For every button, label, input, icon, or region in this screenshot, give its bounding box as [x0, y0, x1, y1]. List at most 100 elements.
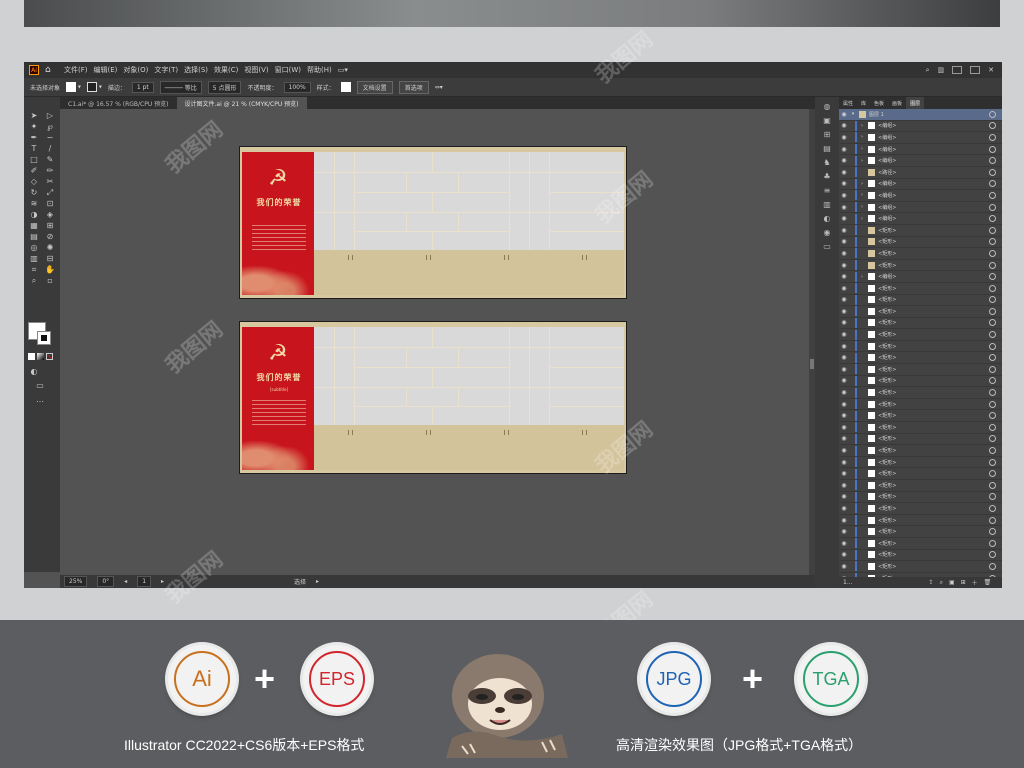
style-swatch[interactable]	[340, 82, 351, 92]
target-circle-icon[interactable]	[989, 180, 996, 188]
blend-tool-icon[interactable]: ◎	[28, 243, 40, 252]
expand-arrow-icon[interactable]: ›	[858, 181, 866, 187]
layer-row[interactable]: ◉ <矩形>	[839, 236, 1002, 249]
layer-row[interactable]: ◉ <矩形>	[839, 480, 1002, 492]
target-circle-icon[interactable]	[989, 377, 996, 385]
layer-row[interactable]: ◉ <矩形>	[839, 433, 1002, 446]
maximize-button[interactable]	[970, 66, 981, 74]
hand-tool-icon[interactable]: ✋	[44, 265, 56, 274]
visibility-eye-icon[interactable]: ◉	[839, 227, 849, 234]
lasso-tool-icon[interactable]: ℘	[44, 122, 56, 131]
visibility-eye-icon[interactable]: ◉	[839, 343, 849, 350]
visibility-eye-icon[interactable]: ◉	[839, 122, 849, 129]
target-circle-icon[interactable]	[989, 470, 996, 478]
type-tool-icon[interactable]: T	[28, 144, 40, 153]
rotation-field[interactable]: 0°	[97, 576, 115, 587]
menu-file[interactable]: 文件(F)	[64, 65, 88, 75]
export-icon[interactable]: ⇪	[929, 579, 934, 586]
layer-row[interactable]: ◉ <矩形>	[839, 549, 1002, 562]
layer-row[interactable]: ◉ › <编组>	[839, 132, 1002, 144]
visibility-eye-icon[interactable]: ◉	[839, 250, 849, 257]
line-tool-icon[interactable]: /	[44, 144, 56, 153]
visibility-eye-icon[interactable]: ◉	[839, 517, 849, 524]
direct-selection-tool-icon[interactable]: ▷	[44, 111, 56, 120]
target-circle-icon[interactable]	[989, 447, 996, 455]
layer-row[interactable]: ◉ › <编组>	[839, 190, 1002, 202]
target-circle-icon[interactable]	[989, 122, 996, 130]
expand-arrow-icon[interactable]: ›	[858, 158, 866, 164]
layer-row[interactable]: ◉ <矩形>	[839, 352, 1002, 365]
tab-layers[interactable]: 图层	[906, 97, 925, 109]
visibility-eye-icon[interactable]: ◉	[839, 482, 849, 489]
target-circle-icon[interactable]	[989, 389, 996, 397]
target-circle-icon[interactable]	[989, 168, 996, 176]
visibility-eye-icon[interactable]: ◉	[839, 424, 849, 431]
visibility-eye-icon[interactable]: ◉	[839, 435, 849, 442]
paintbrush-tool-icon[interactable]: ✎	[44, 155, 56, 164]
visibility-eye-icon[interactable]: ◉	[839, 528, 849, 535]
target-circle-icon[interactable]	[989, 261, 996, 269]
artboard-tool-icon[interactable]: ⊟	[44, 254, 56, 263]
properties-icon[interactable]: ◍	[822, 103, 832, 111]
brushes-icon[interactable]: ♞	[822, 159, 832, 167]
layer-row[interactable]: ◉ <矩形>	[839, 399, 1002, 411]
target-circle-icon[interactable]	[989, 400, 996, 408]
target-circle-icon[interactable]	[989, 516, 996, 524]
canvas[interactable]: ☭ 我们的荣誉 ☭ 我们的荣誉 [subtitle]	[60, 109, 815, 575]
expand-arrow-icon[interactable]: ›	[858, 216, 866, 222]
target-circle-icon[interactable]	[989, 215, 996, 223]
gradient-mode-icon[interactable]	[37, 353, 44, 360]
expand-arrow-icon[interactable]: ›	[858, 134, 866, 140]
layer-row[interactable]: ◉ › <编组>	[839, 213, 1002, 225]
expand-arrow-icon[interactable]: ›	[858, 274, 866, 280]
layer-row[interactable]: ◉ <矩形>	[839, 283, 1002, 295]
search-icon[interactable]: ⌕	[926, 66, 930, 75]
stroke-icon[interactable]: ≡	[822, 187, 832, 195]
tab-properties[interactable]: 属性	[839, 97, 857, 109]
comments-icon[interactable]: ▭	[822, 243, 832, 251]
pencil-tool-icon[interactable]: ✏	[44, 166, 56, 175]
visibility-eye-icon[interactable]: ◉	[839, 308, 849, 315]
visibility-eye-icon[interactable]: ◉	[839, 262, 849, 269]
shaper-tool-icon[interactable]: ✐	[28, 166, 40, 175]
visibility-eye-icon[interactable]: ◉	[839, 412, 849, 419]
target-circle-icon[interactable]	[989, 307, 996, 315]
layer-row[interactable]: ◉ › <编组>	[839, 144, 1002, 156]
delete-layer-icon[interactable]: 🗑	[984, 579, 992, 586]
expand-arrow-icon[interactable]: ›	[858, 192, 866, 198]
layer-row[interactable]: ◉ <路径>	[839, 167, 1002, 179]
layer-row[interactable]: ◉ <矩形>	[839, 491, 1002, 504]
layer-row[interactable]: ◉ <矩形>	[839, 538, 1002, 550]
layer-row[interactable]: ◉ <矩形>	[839, 503, 1002, 515]
target-circle-icon[interactable]	[989, 238, 996, 246]
search-layer-icon[interactable]: ⌕	[940, 579, 943, 587]
layer-row[interactable]: ◉ <矩形>	[839, 561, 1002, 573]
layer-row[interactable]: ◉ <矩形>	[839, 375, 1002, 388]
mesh-tool-icon[interactable]: ⊞	[44, 221, 56, 230]
artboards-icon[interactable]: ⊞	[822, 131, 832, 139]
target-circle-icon[interactable]	[989, 319, 996, 327]
visibility-eye-icon[interactable]: ◉	[839, 285, 849, 292]
target-circle-icon[interactable]	[989, 157, 996, 165]
visibility-eye-icon[interactable]: ◉	[839, 192, 849, 199]
layer-row[interactable]: ◉ <矩形>	[839, 410, 1002, 423]
target-circle-icon[interactable]	[989, 539, 996, 547]
expand-arrow-icon[interactable]: ▾	[849, 111, 857, 117]
target-circle-icon[interactable]	[989, 481, 996, 489]
tab-document-1[interactable]: C1.ai* @ 16.57 % (RGB/CPU 预览)	[60, 97, 177, 109]
curvature-tool-icon[interactable]: ∽	[44, 133, 56, 142]
menu-effect[interactable]: 效果(C)	[214, 65, 238, 75]
pen-tool-icon[interactable]: ✒	[28, 133, 40, 142]
layer-row[interactable]: ◉ › <编组>	[839, 120, 1002, 133]
expand-arrow-icon[interactable]: ›	[858, 123, 866, 129]
opacity-field[interactable]: 100%	[283, 81, 311, 93]
layer-row[interactable]: ◉ <矩形>	[839, 364, 1002, 376]
graph-tool-icon[interactable]: ▥	[28, 254, 40, 263]
expand-arrow-icon[interactable]: ›	[858, 146, 866, 152]
layer-row[interactable]: ◉ <矩形>	[839, 445, 1002, 457]
target-circle-icon[interactable]	[989, 458, 996, 466]
artboard-1[interactable]: ☭ 我们的荣誉	[239, 146, 627, 299]
target-circle-icon[interactable]	[989, 110, 996, 118]
visibility-eye-icon[interactable]: ◉	[839, 551, 849, 558]
eyedropper-tool-icon[interactable]: ⊘	[44, 232, 56, 241]
